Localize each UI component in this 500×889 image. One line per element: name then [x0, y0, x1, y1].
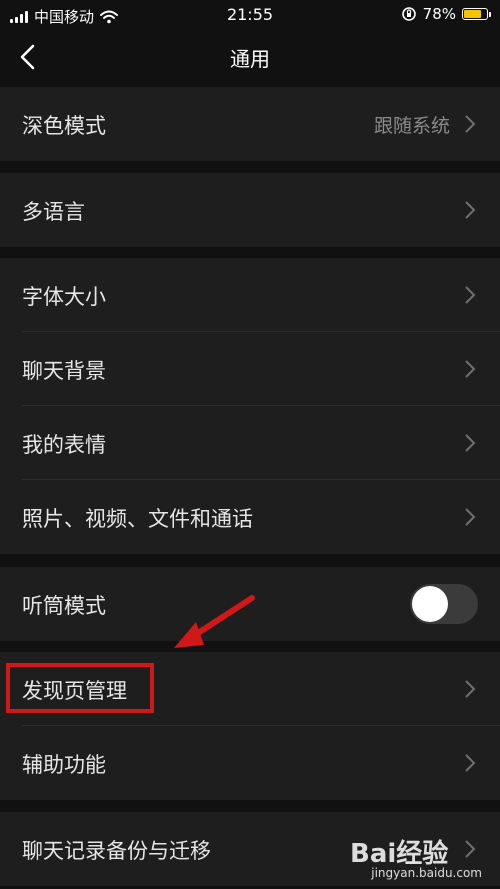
watermark-url: jingyan.baidu.com — [371, 866, 482, 880]
watermark: Bai经验 jingyan.baidu.com — [344, 833, 484, 885]
annotation-arrow — [174, 595, 255, 648]
watermark-logo: Bai经验 — [350, 839, 449, 869]
